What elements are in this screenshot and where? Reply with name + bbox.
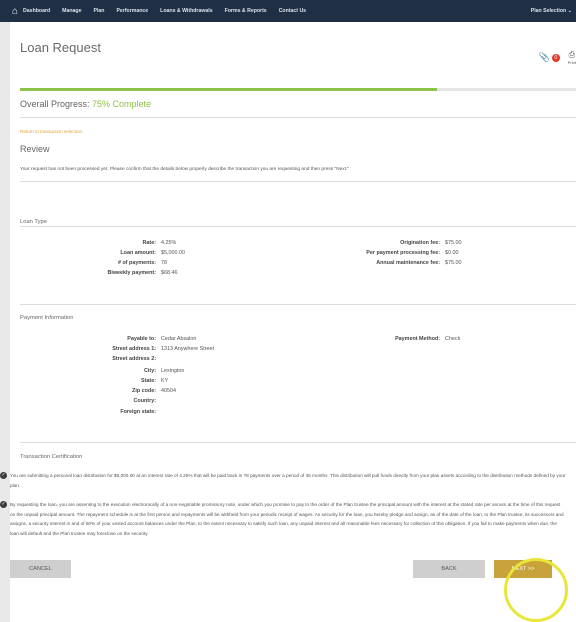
print-icon[interactable]: ⎙ Print: [568, 50, 576, 65]
progress-fill: [20, 88, 437, 91]
zip-code-value: 40504: [161, 388, 176, 394]
zip-code-label: Zip code:: [132, 388, 156, 394]
payments-count-row: # of payments: 78: [46, 260, 167, 266]
country-row: Country:: [46, 398, 161, 404]
rate-value: 4.25%: [161, 240, 177, 246]
divider: [20, 226, 576, 227]
divider: [20, 117, 576, 118]
origination-fee-value: $75.00: [445, 240, 462, 246]
progress-percent: 75% Complete: [92, 99, 152, 109]
nav-dashboard[interactable]: Dashboard: [23, 8, 50, 14]
divider: [20, 442, 576, 443]
return-to-selection-link[interactable]: Return to transaction selection: [20, 129, 82, 134]
certification-heading: Transaction Certification: [20, 454, 83, 460]
rate-label: Rate:: [142, 240, 156, 246]
next-button[interactable]: NEXT >>: [494, 560, 552, 578]
payment-info-heading: Payment Information: [20, 315, 74, 321]
home-icon[interactable]: ⌂: [12, 6, 18, 17]
processing-fee-label: Per payment processing fee:: [366, 250, 440, 256]
loan-amount-value: $5,000.00: [161, 250, 185, 256]
plan-selection-label: Plan Selection: [530, 8, 567, 14]
zip-code-row: Zip code: 40504: [46, 388, 176, 394]
progress-bar: [20, 88, 576, 91]
divider: [20, 304, 576, 305]
nav-contact-us[interactable]: Contact Us: [279, 8, 306, 14]
maintenance-fee-value: $75.00: [445, 260, 462, 266]
biweekly-payment-value: $68.46: [161, 270, 178, 276]
payments-count-label: # of payments:: [117, 260, 156, 266]
processing-fee-value: $0.00: [445, 250, 459, 256]
payable-to-row: Payable to: Cedar Absalon: [46, 336, 196, 342]
street-address-1-row: Street address 1: 1313 Anywhere Street: [46, 346, 214, 352]
origination-fee-row: Origination fee: $75.00: [310, 240, 462, 246]
payment-method-label: Payment Method:: [395, 336, 440, 342]
maintenance-fee-label: Annual maintenance fee:: [376, 260, 440, 266]
review-heading: Review: [20, 144, 50, 154]
certification-item-2: ✓ By requesting the loan, you are assent…: [0, 500, 566, 538]
divider: [20, 181, 576, 182]
page-title: Loan Request: [20, 40, 101, 55]
back-button[interactable]: BACK: [413, 560, 485, 578]
street-address-1-label: Street address 1:: [112, 346, 156, 352]
foreign-state-label: Foreign state:: [120, 409, 156, 415]
country-label: Country:: [133, 398, 156, 404]
progress-text: Overall Progress:: [20, 99, 93, 109]
review-message: Your request has not been processed yet.…: [20, 167, 350, 172]
biweekly-payment-label: Biweekly payment:: [107, 270, 156, 276]
page-actions: 📎 0 ⎙ Print: [539, 50, 576, 65]
loan-amount-row: Loan amount: $5,000.00: [46, 250, 185, 256]
city-value: Lexington: [161, 368, 185, 374]
payable-to-label: Payable to:: [127, 336, 156, 342]
state-label: State:: [141, 378, 156, 384]
loan-rate-row: Rate: 4.25%: [46, 240, 177, 246]
payment-method-value: Check: [445, 336, 461, 342]
check-icon[interactable]: ✓: [0, 472, 7, 479]
city-label: City:: [144, 368, 156, 374]
city-row: City: Lexington: [46, 368, 184, 374]
state-row: State: KY: [46, 378, 168, 384]
payment-method-row: Payment Method: Check: [340, 336, 460, 342]
foreign-state-row: Foreign state:: [46, 409, 161, 415]
nav-plan[interactable]: Plan: [93, 8, 104, 14]
maintenance-fee-row: Annual maintenance fee: $75.00: [310, 260, 462, 266]
nav-manage[interactable]: Manage: [62, 8, 81, 14]
nav-loans-withdrawals[interactable]: Loans & Withdrawals: [160, 8, 212, 14]
print-label: Print: [567, 60, 576, 65]
nav-performance[interactable]: Performance: [116, 8, 148, 14]
state-value: KY: [161, 378, 169, 384]
origination-fee-label: Origination fee:: [400, 240, 440, 246]
nav-forms-reports[interactable]: Forms & Reports: [225, 8, 267, 14]
certification-item-1: ✓ You are submitting a personal loan dis…: [0, 471, 566, 490]
progress-label: Overall Progress: 75% Complete: [20, 99, 151, 109]
processing-fee-row: Per payment processing fee: $0.00: [310, 250, 459, 256]
loan-amount-label: Loan amount:: [120, 250, 156, 256]
street-address-2-row: Street address 2:: [46, 356, 161, 362]
biweekly-payment-row: Biweekly payment: $68.46: [46, 270, 178, 276]
payable-to-value: Cedar Absalon: [161, 336, 197, 342]
payments-count-value: 78: [161, 260, 167, 266]
notification-badge[interactable]: 0: [551, 53, 560, 62]
check-icon[interactable]: ✓: [0, 501, 7, 508]
certification-text-1: You are submitting a personal loan distr…: [10, 473, 566, 488]
plan-selection-dropdown[interactable]: Plan Selection ⌄: [531, 8, 572, 14]
certification-text-2: By requesting the loan, you are assentin…: [10, 502, 564, 536]
top-nav: ⌂ Dashboard Manage Plan Performance Loan…: [0, 0, 576, 22]
cancel-button[interactable]: CANCEL: [10, 560, 71, 578]
street-address-2-label: Street address 2:: [112, 356, 156, 362]
attachment-icon[interactable]: 📎: [539, 52, 550, 63]
street-address-1-value: 1313 Anywhere Street: [161, 346, 215, 352]
loan-type-heading: Loan Type: [20, 219, 47, 225]
